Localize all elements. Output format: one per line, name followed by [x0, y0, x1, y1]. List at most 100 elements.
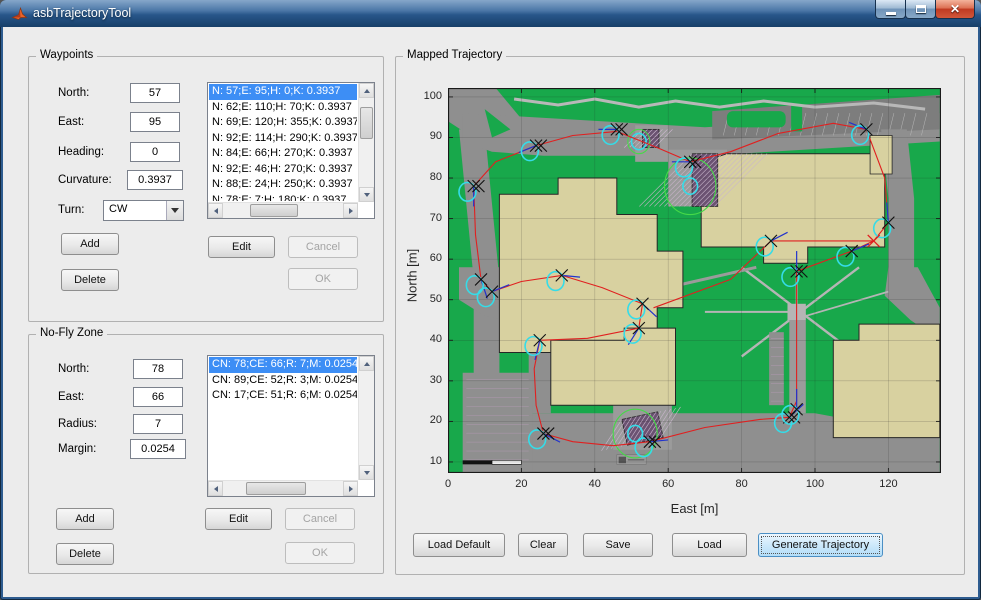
scroll-down-button[interactable] [359, 187, 374, 202]
scroll-right-button[interactable] [343, 203, 358, 218]
arrow-left-icon [214, 486, 218, 492]
arrow-right-icon [349, 486, 353, 492]
x-tick-label: 20 [501, 478, 541, 490]
wp-delete-button[interactable]: Delete [61, 269, 119, 291]
waypoint-list-item[interactable]: N: 84;E: 66;H: 270;K: 0.3937 [209, 146, 357, 162]
hscroll-thumb[interactable] [250, 204, 298, 217]
close-button[interactable]: ✕ [935, 0, 975, 19]
wp-ok-button[interactable]: OK [288, 268, 358, 290]
minimize-button[interactable] [875, 0, 906, 19]
nofly-panel-title: No-Fly Zone [36, 327, 107, 339]
nf-north-label: North: [58, 363, 89, 375]
map-panel-title: Mapped Trajectory [403, 49, 506, 61]
x-tick-label: 60 [648, 478, 688, 490]
y-tick-label: 80 [404, 171, 442, 183]
waypoint-list-item[interactable]: N: 92;E: 46;H: 270;K: 0.3937 [209, 162, 357, 178]
maximize-button[interactable] [905, 0, 936, 19]
nf-margin-label: Margin: [58, 443, 96, 455]
nf-cancel-button[interactable]: Cancel [285, 508, 355, 530]
waypoint-list-item[interactable]: N: 92;E: 114;H: 290;K: 0.3937 [209, 131, 357, 147]
nf-ok-button[interactable]: OK [285, 542, 355, 564]
y-axis-label: North [m] [405, 221, 420, 331]
window-title: asbTrajectoryTool [33, 6, 131, 20]
wp-north-field[interactable]: 57 [130, 83, 180, 103]
x-axis-label: East [m] [448, 501, 941, 516]
matlab-app-icon [11, 5, 28, 22]
waypoint-list-item[interactable]: N: 62;E: 110;H: 70;K: 0.3937 [209, 100, 357, 116]
x-tick-label: 120 [868, 478, 908, 490]
waypoints-panel-title: Waypoints [36, 49, 97, 61]
y-tick-label: 100 [404, 90, 442, 102]
arrow-left-icon [214, 208, 218, 214]
nofly-listbox[interactable]: CN: 78;CE: 66;R: 7;M: 0.0254CN: 89;CE: 5… [207, 355, 375, 497]
nf-radius-field[interactable]: 7 [133, 414, 183, 434]
arrow-up-icon [364, 89, 370, 93]
vscroll-thumb[interactable] [360, 107, 373, 139]
nf-north-field[interactable]: 78 [133, 359, 183, 379]
nofly-list-item[interactable]: CN: 17;CE: 51;R: 6;M: 0.0254 [209, 388, 357, 404]
save-button[interactable]: Save [583, 533, 653, 557]
y-tick-label: 90 [404, 130, 442, 142]
x-tick-label: 40 [575, 478, 615, 490]
wp-turn-label: Turn: [58, 204, 84, 216]
wp-cancel-button[interactable]: Cancel [288, 236, 358, 258]
x-tick-label: 80 [722, 478, 762, 490]
nofly-list[interactable]: CN: 78;CE: 66;R: 7;M: 0.0254CN: 89;CE: 5… [209, 357, 357, 479]
scroll-up-button[interactable] [359, 83, 374, 98]
arrow-down-icon [364, 471, 370, 475]
wp-turn-value: CW [109, 203, 127, 215]
wp-list-vscrollbar[interactable] [358, 83, 374, 202]
trajectory-map[interactable] [448, 88, 941, 473]
chevron-down-icon [171, 208, 179, 213]
app-window: asbTrajectoryTool ✕ Waypoints North: 57 … [0, 0, 981, 600]
wp-edit-button[interactable]: Edit [208, 236, 275, 258]
arrow-up-icon [364, 362, 370, 366]
titlebar[interactable]: asbTrajectoryTool ✕ [0, 0, 981, 27]
wp-curvature-field[interactable]: 0.3937 [127, 170, 183, 190]
generate-trajectory-button[interactable]: Generate Trajectory [758, 533, 883, 557]
nf-east-label: East: [58, 391, 84, 403]
clear-button[interactable]: Clear [518, 533, 568, 557]
y-tick-label: 40 [404, 333, 442, 345]
wp-turn-dropdown[interactable]: CW [103, 200, 184, 221]
nofly-list-item[interactable]: CN: 89;CE: 52;R: 3;M: 0.0254 [209, 373, 357, 389]
scroll-up-button[interactable] [359, 356, 374, 371]
wp-add-button[interactable]: Add [61, 233, 119, 255]
wp-heading-field[interactable]: 0 [130, 142, 180, 162]
wp-north-label: North: [58, 87, 89, 99]
waypoint-list-item[interactable]: N: 78;E: 7;H: 180;K: 0.3937 [209, 193, 357, 202]
wp-heading-label: Heading: [58, 146, 104, 158]
waypoint-list-item[interactable]: N: 69;E: 120;H: 355;K: 0.3937 [209, 115, 357, 131]
waypoint-list-item[interactable]: N: 88;E: 24;H: 250;K: 0.3937 [209, 177, 357, 193]
scroll-down-button[interactable] [359, 465, 374, 480]
scroll-right-button[interactable] [343, 481, 358, 496]
x-tick-label: 0 [428, 478, 468, 490]
arrow-down-icon [364, 193, 370, 197]
wp-turn-dropdown-button[interactable] [166, 201, 183, 220]
window-controls: ✕ [876, 0, 975, 20]
nf-margin-field[interactable]: 0.0254 [130, 439, 186, 459]
scroll-left-button[interactable] [208, 203, 223, 218]
nf-radius-label: Radius: [58, 418, 97, 430]
y-tick-label: 30 [404, 374, 442, 386]
nf-list-hscrollbar[interactable] [208, 480, 358, 496]
wp-east-field[interactable]: 95 [130, 112, 180, 132]
arrow-right-icon [349, 208, 353, 214]
hscroll-thumb[interactable] [246, 482, 306, 495]
waypoints-listbox[interactable]: N: 57;E: 95;H: 0;K: 0.3937N: 62;E: 110;H… [207, 82, 375, 219]
wp-list-hscrollbar[interactable] [208, 202, 358, 218]
minimize-icon [886, 12, 896, 15]
nf-east-field[interactable]: 66 [133, 387, 183, 407]
load-default-button[interactable]: Load Default [413, 533, 505, 557]
wp-curvature-label: Curvature: [58, 174, 112, 186]
nofly-list-item[interactable]: CN: 78;CE: 66;R: 7;M: 0.0254 [209, 357, 357, 373]
nf-delete-button[interactable]: Delete [56, 543, 114, 565]
load-button[interactable]: Load [672, 533, 747, 557]
nf-list-vscrollbar[interactable] [358, 356, 374, 480]
nf-edit-button[interactable]: Edit [205, 508, 272, 530]
scroll-left-button[interactable] [208, 481, 223, 496]
nf-add-button[interactable]: Add [56, 508, 114, 530]
close-icon: ✕ [950, 2, 960, 16]
waypoints-list[interactable]: N: 57;E: 95;H: 0;K: 0.3937N: 62;E: 110;H… [209, 84, 357, 201]
waypoint-list-item[interactable]: N: 57;E: 95;H: 0;K: 0.3937 [209, 84, 357, 100]
